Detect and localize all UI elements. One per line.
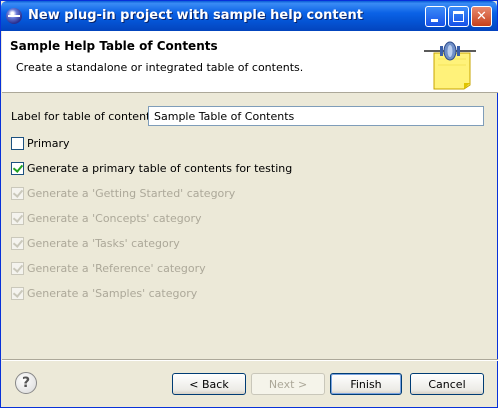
reference-checkbox-label: Generate a 'Reference' category	[27, 261, 206, 275]
concepts-checkbox	[11, 211, 24, 225]
close-icon: ✕	[476, 9, 487, 24]
page-title: Sample Help Table of Contents	[10, 39, 218, 53]
wizard-dialog: New plug-in project with sample help con…	[0, 0, 498, 408]
category-checkbox-row: Generate a 'Samples' category	[11, 285, 197, 301]
toc-label: Label for table of contents:	[11, 110, 160, 123]
button-bar-separator	[2, 359, 498, 361]
tasks-checkbox	[11, 236, 24, 250]
maximize-button[interactable]	[448, 6, 469, 27]
primary-checkbox[interactable]	[11, 136, 24, 150]
samples-checkbox	[11, 286, 24, 300]
concepts-checkbox-label: Generate a 'Concepts' category	[27, 211, 202, 225]
window-title: New plug-in project with sample help con…	[28, 8, 363, 23]
generate-primary-checkbox-label[interactable]: Generate a primary table of contents for…	[27, 162, 292, 175]
wizard-header: Sample Help Table of Contents Create a s…	[2, 31, 498, 93]
maximize-icon	[453, 11, 464, 22]
primary-checkbox-row[interactable]: Primary	[11, 135, 70, 151]
category-checkbox-row: Generate a 'Reference' category	[11, 260, 206, 276]
eclipse-app-icon	[6, 8, 22, 24]
reference-checkbox	[11, 261, 24, 275]
next-button: Next >	[251, 373, 325, 395]
finish-button[interactable]: Finish	[330, 373, 402, 395]
minimize-button[interactable]	[425, 6, 446, 27]
category-checkbox-row: Generate a 'Tasks' category	[11, 235, 180, 251]
help-toc-wizard-icon	[424, 41, 476, 90]
getting-started-checkbox	[11, 186, 24, 200]
samples-checkbox-label: Generate a 'Samples' category	[27, 286, 198, 300]
page-description: Create a standalone or integrated table …	[16, 61, 304, 74]
generate-primary-checkbox-row[interactable]: Generate a primary table of contents for…	[11, 160, 292, 176]
title-bar[interactable]: New plug-in project with sample help con…	[1, 1, 497, 31]
getting-started-checkbox-label: Generate a 'Getting Started' category	[27, 186, 236, 200]
help-icon[interactable]: ?	[15, 372, 37, 394]
close-button[interactable]: ✕	[471, 6, 492, 27]
generate-primary-checkbox[interactable]	[11, 161, 24, 175]
tasks-checkbox-label: Generate a 'Tasks' category	[27, 236, 180, 250]
back-button[interactable]: < Back	[172, 373, 246, 395]
toc-label-field[interactable]	[148, 106, 484, 126]
category-checkbox-row: Generate a 'Concepts' category	[11, 210, 202, 226]
category-checkbox-row: Generate a 'Getting Started' category	[11, 185, 235, 201]
cancel-button[interactable]: Cancel	[410, 373, 484, 395]
minimize-icon	[431, 19, 438, 22]
primary-checkbox-label[interactable]: Primary	[27, 137, 70, 150]
